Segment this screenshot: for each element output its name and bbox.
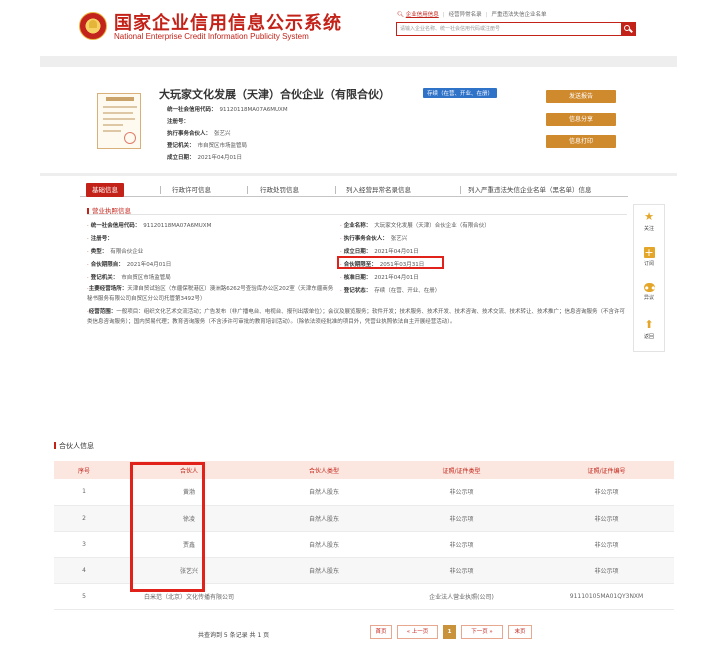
share-info-button[interactable]: 信息分享 (546, 113, 616, 126)
tab-admin-license[interactable]: 行政许可信息 (172, 183, 211, 197)
tab-basic-info[interactable]: 基础信息 (86, 183, 124, 197)
cell-id-number: 非公示项 (539, 531, 674, 558)
column-header: 合伙人类型 (264, 461, 384, 479)
back-to-top-button[interactable]: ⬆ 返回 (634, 315, 664, 349)
site-header: 国家企业信用信息公示系统 National Enterprise Credit … (40, 0, 677, 56)
field-reg-number: · 注册号： (87, 236, 113, 242)
search-button[interactable] (621, 23, 635, 35)
subscribe-button[interactable]: + 订阅 (634, 243, 664, 277)
plus-icon: + (643, 246, 655, 259)
cell-partner-type: 自然人股东 (264, 479, 384, 506)
cell-index: 5 (54, 583, 114, 610)
cell-partner-type: 自然人股东 (264, 557, 384, 584)
column-header: 证照/证件类型 (384, 461, 539, 479)
partners-section-title: 合伙人信息 (54, 441, 94, 451)
info-tabs: 基础信息 行政许可信息 行政处罚信息 列入经营异常名录信息 列入严重违法失信企业… (80, 181, 628, 197)
column-header: 证照/证件编号 (539, 461, 674, 479)
search-input[interactable] (397, 23, 620, 35)
search-icon: 🔍︎ (397, 12, 404, 18)
cell-id-number: 非公示项 (539, 505, 674, 532)
pager-next-button[interactable]: 下一页 » (461, 625, 503, 639)
link-abnormal-list[interactable]: 经营异常名录 (449, 12, 482, 18)
field-type: · 类型： 有限合伙企业 (87, 249, 144, 255)
search-bar (396, 22, 636, 36)
field-credit-code: · 统一社会信用代码： 91120118MA07A6MUXM (87, 223, 212, 229)
pager-prev-button[interactable]: « 上一页 (397, 625, 438, 639)
search-type-links: 🔍︎ 企业信用信息 | 经营异常名录 | 严重违法失信企业名单 (397, 12, 547, 18)
tab-admin-penalty[interactable]: 行政处罚信息 (260, 183, 299, 197)
pager-last-button[interactable]: 末页 (508, 625, 532, 639)
link-enterprise-credit[interactable]: 企业信用信息 (406, 12, 439, 18)
tab-blacklist[interactable]: 列入严重违法失信企业名单（黑名单）信息 (468, 183, 592, 197)
cell-id-number: 非公示项 (539, 479, 674, 506)
company-name: 大玩家文化发展（天津）合伙企业（有限合伙） (159, 88, 390, 101)
field-approval-date: · 核准日期： 2021年04月01日 (340, 275, 419, 281)
cell-partner-type: 自然人股东 (264, 505, 384, 532)
arrow-up-icon: ⬆ (644, 318, 654, 331)
field-term-from: · 合伙期限自： 2021年04月01日 (87, 262, 172, 268)
send-report-button[interactable]: 发送报告 (546, 90, 616, 103)
field-authority: · 登记机关： 市自贸区市场监管局 (87, 275, 171, 281)
cell-index: 4 (54, 557, 114, 584)
company-summary-card: 大玩家文化发展（天津）合伙企业（有限合伙） 存续（在营、开业、在册） 统一社会信… (40, 67, 677, 173)
seal-icon (124, 132, 136, 144)
info-executive-partner: 执行事务合伙人： 张艺兴 (167, 131, 231, 137)
print-info-button[interactable]: 信息打印 (546, 135, 616, 148)
business-license-image[interactable] (97, 93, 141, 149)
info-authority: 登记机关： 市自贸区市场监管局 (167, 143, 248, 149)
partner-column-highlight (130, 462, 205, 592)
objection-button[interactable]: ••• 异议 (634, 279, 664, 313)
partners-screenshot: 合伙人信息 序号 合伙人 合伙人类型 证照/证件类型 证照/证件编号 1 黄渤 … (45, 431, 682, 652)
cell-index: 1 (54, 479, 114, 506)
cell-index: 2 (54, 505, 114, 532)
national-emblem-icon (79, 12, 107, 40)
column-header: 序号 (54, 461, 114, 479)
cell-partner-type: 自然人股东 (264, 531, 384, 558)
cell-id-number: 91110105MA01QY3NXM (539, 583, 674, 610)
pager-first-button[interactable]: 首页 (370, 625, 392, 639)
cell-id-type: 企业法人营业执照(公司) (384, 583, 539, 610)
cell-index: 3 (54, 531, 114, 558)
cell-id-type: 非公示项 (384, 505, 539, 532)
field-address: ·主要经营场所：天津自贸试验区（东疆保税港区）澳洲路6262号查验库办公区202… (87, 286, 334, 302)
status-badge: 存续（在营、开业、在册） (423, 88, 498, 98)
cell-id-type: 非公示项 (384, 531, 539, 558)
field-reg-status: · 登记状态： 存续（在营、开业、在册） (340, 288, 441, 294)
field-company-name: · 企业名称： 大玩家文化发展（天津）合伙企业（有限合伙） (340, 223, 490, 229)
info-founded: 成立日期： 2021年04月01日 (167, 155, 243, 161)
link-blacklist[interactable]: 严重违法失信企业名单 (491, 12, 546, 18)
cell-id-type: 非公示项 (384, 557, 539, 584)
pager-summary: 共查询到 5 条记录 共 1 页 (198, 632, 270, 639)
info-credit-code: 统一社会信用代码： 91120118MA07A6MUXM (167, 107, 288, 113)
company-profile-screenshot: 国家企业信用信息公示系统 National Enterprise Credit … (40, 0, 677, 383)
detail-card: 基础信息 行政许可信息 行政处罚信息 列入经营异常名录信息 列入严重违法失信企业… (40, 176, 677, 383)
tab-abnormal-list[interactable]: 列入经营异常名录信息 (346, 183, 411, 197)
follow-button[interactable]: ★ 关注 (634, 207, 664, 241)
pager-page-1[interactable]: 1 (443, 625, 456, 639)
cell-id-type: 非公示项 (384, 479, 539, 506)
field-founded: · 成立日期： 2021年04月01日 (340, 249, 419, 255)
field-executive-partner: · 执行事务合伙人： 张艺兴 (340, 236, 408, 242)
cell-partner-type (264, 583, 384, 610)
chat-icon: ••• (643, 282, 663, 295)
field-business-scope: ·经营范围：一般项目：组织文化艺术交流活动；广告发布（非广播电台、电视台、报刊出… (87, 309, 626, 325)
floating-action-bar: ★ 关注 + 订阅 ••• 异议 ⬆ 返回 (633, 204, 665, 352)
info-reg-number: 注册号： (167, 119, 190, 125)
cell-id-number: 非公示项 (539, 557, 674, 584)
site-subtitle: National Enterprise Credit Information P… (114, 32, 309, 41)
star-icon: ★ (644, 210, 654, 223)
executive-partner-highlight (337, 256, 444, 269)
